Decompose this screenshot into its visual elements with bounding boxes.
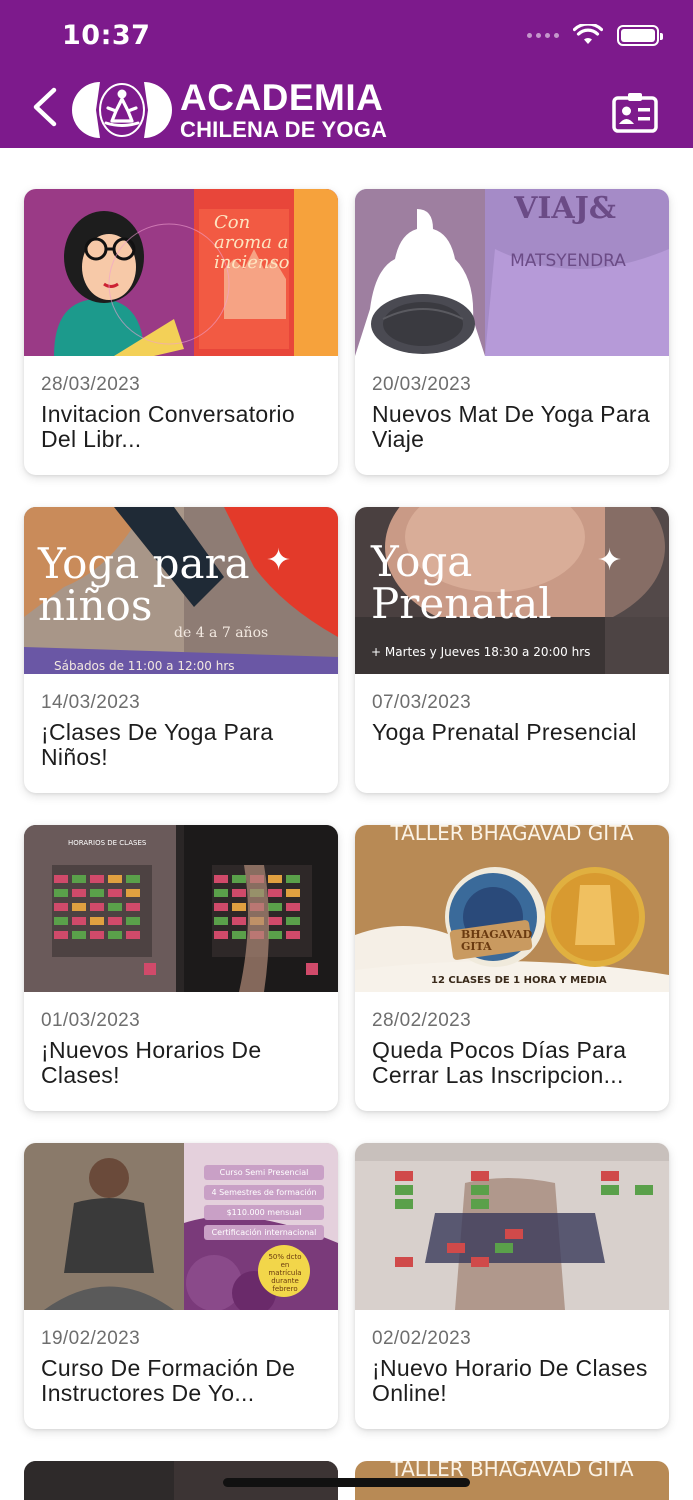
image-caption: TALLER BHAGAVAD GITA (390, 1461, 634, 1481)
course-info-line: Certificación internacional (204, 1225, 324, 1240)
status-icons (527, 24, 663, 46)
home-indicator[interactable] (223, 1478, 470, 1487)
news-title: ¡Nuevos Horarios De Clases! (41, 1038, 262, 1088)
course-info-line: 4 Semestres de formación (204, 1185, 324, 1200)
sparkle-icon: ✦ (266, 543, 292, 578)
sparkle-icon: ✦ (597, 543, 623, 578)
image-course-info: Curso Semi Presencial 4 Semestres de for… (204, 1165, 324, 1240)
news-title: Yoga Prenatal Presencial (372, 720, 637, 745)
news-title: Curso De Formación De Instructores De Yo… (41, 1356, 296, 1406)
news-card[interactable]: TALLER BHAGAVAD GITA BHAGAVAD GITA 12 CL… (355, 825, 669, 1111)
member-card-icon[interactable] (611, 90, 659, 134)
news-card-image: Yoga para niños de 4 a 7 años Sábados de… (24, 507, 338, 674)
news-date: 19/02/2023 (41, 1328, 141, 1349)
image-caption: Con aroma a incienso (214, 212, 290, 273)
image-caption: HORARIOS DE CLASES (68, 839, 147, 847)
news-card[interactable]: Con aroma a incienso 28/03/2023 Invitaci… (24, 189, 338, 475)
news-card-image: Curso Semi Presencial 4 Semestres de for… (24, 1143, 338, 1310)
news-card-image: Con aroma a incienso (24, 189, 338, 356)
news-date: 20/03/2023 (372, 374, 472, 395)
image-badge: 50% dcto en matrícula durante febrero (268, 1253, 302, 1293)
news-card-image: HORARIOS DE CLASES (24, 825, 338, 992)
image-caption: Yoga para niños (38, 539, 250, 630)
course-info-line: $110.000 mensual (204, 1205, 324, 1220)
news-card-image: Yoga Prenatal + Martes y Jueves 18:30 a … (355, 507, 669, 674)
news-title: Invitacion Conversatorio Del Libr... (41, 402, 295, 452)
news-card[interactable]: HORARIOS DE CLASES 01/03/2023 ¡Nuevos Ho… (24, 825, 338, 1111)
image-subcaption: MATSYENDRA (510, 251, 626, 271)
news-date: 07/03/2023 (372, 692, 472, 713)
news-date: 14/03/2023 (41, 692, 141, 713)
news-date: 28/03/2023 (41, 374, 141, 395)
news-card[interactable]: VIAJ& MATSYENDRA 20/03/2023 Nuevos Mat D… (355, 189, 669, 475)
image-caption: Yoga Prenatal (371, 537, 552, 628)
news-date: 02/02/2023 (372, 1328, 472, 1349)
back-arrow-icon[interactable] (26, 84, 66, 130)
image-caption: TALLER BHAGAVAD GITA (390, 825, 634, 845)
news-title: ¡Nuevo Horario De Clases Online! (372, 1356, 648, 1406)
app-header: 10:37 ACADEMIA CHILENA DE YOGA (0, 0, 693, 148)
logo-subtitle: CHILENA DE YOGA (180, 117, 388, 142)
course-info-line: Curso Semi Presencial (204, 1165, 324, 1180)
news-grid: Con aroma a incienso 28/03/2023 Invitaci… (24, 189, 669, 1429)
academy-logo: ACADEMIA CHILENA DE YOGA (70, 78, 387, 142)
cellular-signal-icon (527, 32, 559, 38)
news-date: 28/02/2023 (372, 1010, 472, 1031)
image-subcaption: + Martes y Jueves 18:30 a 20:00 hrs (371, 645, 591, 659)
news-title: ¡Clases De Yoga Para Niños! (41, 720, 274, 770)
image-footer: Sábados de 11:00 a 12:00 hrs (54, 659, 235, 673)
news-card[interactable]: 02/02/2023 ¡Nuevo Horario De Clases Onli… (355, 1143, 669, 1429)
wifi-icon (573, 24, 603, 44)
image-subcaption: de 4 a 7 años (174, 625, 269, 641)
image-caption: VIAJ& (514, 191, 616, 226)
news-card[interactable]: Yoga para niños de 4 a 7 años Sábados de… (24, 507, 338, 793)
image-subcaption: 12 CLASES DE 1 HORA Y MEDIA (431, 975, 607, 986)
yoga-meditation-logo-icon (72, 82, 172, 138)
news-card-image: VIAJ& MATSYENDRA (355, 189, 669, 356)
news-title: Nuevos Mat De Yoga Para Viaje (372, 402, 650, 452)
image-badge: BHAGAVAD GITA (461, 928, 533, 953)
news-card[interactable]: Curso Semi Presencial 4 Semestres de for… (24, 1143, 338, 1429)
news-card-image: TALLER BHAGAVAD GITA BHAGAVAD GITA 12 CL… (355, 825, 669, 992)
news-card-image (355, 1143, 669, 1310)
battery-icon (617, 24, 663, 46)
logo-title: ACADEMIA (180, 77, 384, 118)
news-card[interactable]: Yoga Prenatal + Martes y Jueves 18:30 a … (355, 507, 669, 793)
status-time: 10:37 (62, 20, 151, 51)
news-date: 01/03/2023 (41, 1010, 141, 1031)
news-title: Queda Pocos Días Para Cerrar Las Inscrip… (372, 1038, 627, 1088)
